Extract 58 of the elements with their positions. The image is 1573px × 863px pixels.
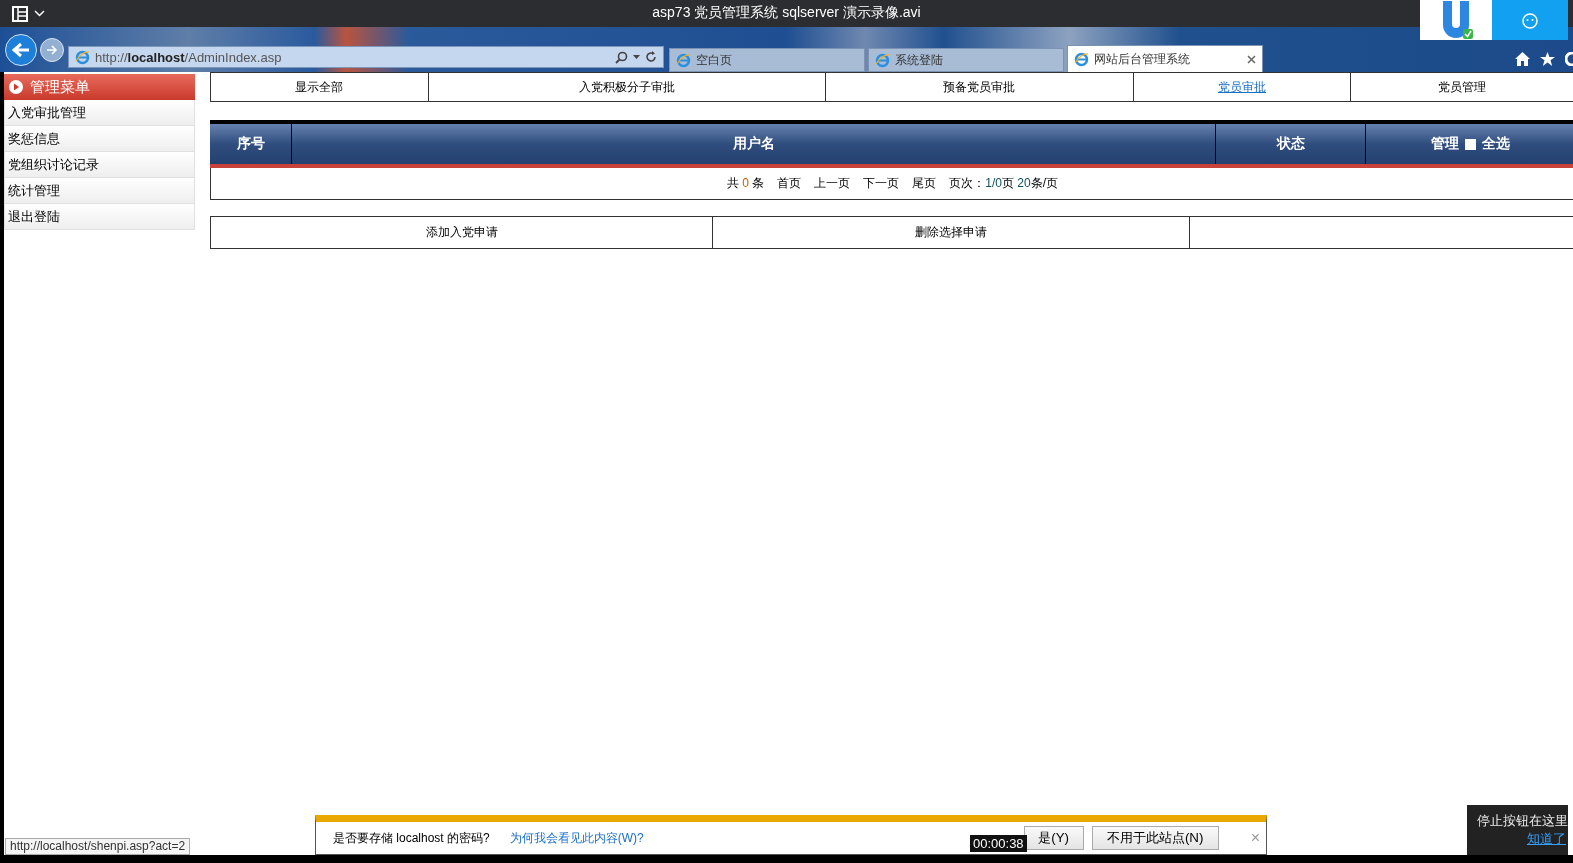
select-all-label: 全选 bbox=[1481, 135, 1510, 153]
dialog-button[interactable]: 不用于此站点(N) bbox=[1091, 826, 1219, 850]
play-circle-icon bbox=[9, 80, 23, 94]
pager-link[interactable]: 首页 bbox=[777, 175, 802, 192]
app-tile[interactable] bbox=[1492, 0, 1568, 40]
browser-tab[interactable]: 系统登陆 bbox=[868, 48, 1064, 72]
star-icon[interactable] bbox=[1540, 52, 1555, 66]
menu-item[interactable]: 入党审批管理 bbox=[4, 100, 195, 126]
pager-link[interactable]: 上一页 bbox=[814, 175, 851, 192]
window-title: asp73 党员管理系统 sqlserver 演示录像.avi bbox=[652, 4, 921, 20]
back-arrow-icon bbox=[12, 41, 30, 58]
record-count: 共 0 条 bbox=[726, 175, 765, 192]
status-url: http://localhost/shenpi.asp?act=2 bbox=[5, 838, 191, 855]
column-header: 状态 bbox=[1276, 135, 1305, 153]
dropdown-icon[interactable] bbox=[633, 54, 640, 60]
pager-link[interactable]: 尾页 bbox=[912, 175, 937, 192]
search-icon[interactable] bbox=[615, 50, 628, 64]
menu-item[interactable]: 退出登陆 bbox=[4, 204, 195, 230]
browser-tab[interactable]: 网站后台管理系统 bbox=[1067, 45, 1263, 72]
refresh-icon[interactable] bbox=[645, 51, 657, 63]
menu-item[interactable]: 奖惩信息 bbox=[4, 126, 195, 152]
nav-link[interactable]: 党员管理 bbox=[1438, 78, 1487, 96]
app-tile[interactable] bbox=[1420, 0, 1492, 40]
column-header: 管理 bbox=[1430, 135, 1459, 153]
close-icon[interactable] bbox=[1247, 54, 1256, 64]
menu-item[interactable]: 统计管理 bbox=[4, 178, 195, 204]
nav-link[interactable]: 预备党员审批 bbox=[943, 78, 1016, 96]
layout-icon[interactable] bbox=[12, 5, 28, 22]
browser-logo-icon bbox=[75, 49, 90, 65]
browser-logo-icon bbox=[875, 52, 890, 68]
menu-title: 管理菜单 bbox=[30, 77, 90, 97]
page-info: 页次：1/0页 20条/页 bbox=[949, 175, 1059, 192]
chevron-down-icon[interactable] bbox=[34, 10, 45, 17]
dialog-button[interactable]: 是(Y) bbox=[1023, 826, 1084, 850]
pager-link[interactable]: 下一页 bbox=[863, 175, 900, 192]
forward-button[interactable] bbox=[40, 37, 64, 62]
forward-arrow-icon bbox=[46, 44, 58, 55]
timestamp: 00:00:38 bbox=[970, 835, 1027, 852]
back-button[interactable] bbox=[5, 33, 37, 66]
nav-link[interactable]: 显示全部 bbox=[295, 78, 344, 96]
column-header: 用户名 bbox=[732, 135, 775, 153]
nav-link[interactable]: 入党积极分子审批 bbox=[578, 78, 675, 96]
nav-link[interactable]: 党员审批 bbox=[1218, 78, 1266, 96]
browser-logo-icon bbox=[676, 52, 691, 68]
browser-tab[interactable]: 空白页 bbox=[669, 48, 865, 72]
home-icon[interactable] bbox=[1515, 52, 1530, 66]
notification-text: 是否要存储 localhost 的密码? bbox=[333, 829, 490, 847]
action-link[interactable]: 添加入党申请 bbox=[425, 224, 498, 241]
menu-item[interactable]: 党组织讨论记录 bbox=[4, 152, 195, 178]
address-field[interactable]: http://localhost/AdminIndex.asp bbox=[68, 46, 664, 68]
dismiss-link[interactable]: 知道了 bbox=[1527, 830, 1566, 848]
column-header: 序号 bbox=[236, 135, 265, 153]
action-link[interactable]: 删除选择申请 bbox=[914, 224, 987, 241]
help-link[interactable]: 为何我会看见此内容(W)? bbox=[509, 829, 644, 847]
browser-logo-icon bbox=[1074, 51, 1089, 67]
select-all-checkbox[interactable] bbox=[1464, 138, 1476, 150]
hint-text: 停止按钮在这里 bbox=[1477, 812, 1568, 830]
smiley-icon bbox=[1521, 11, 1539, 29]
